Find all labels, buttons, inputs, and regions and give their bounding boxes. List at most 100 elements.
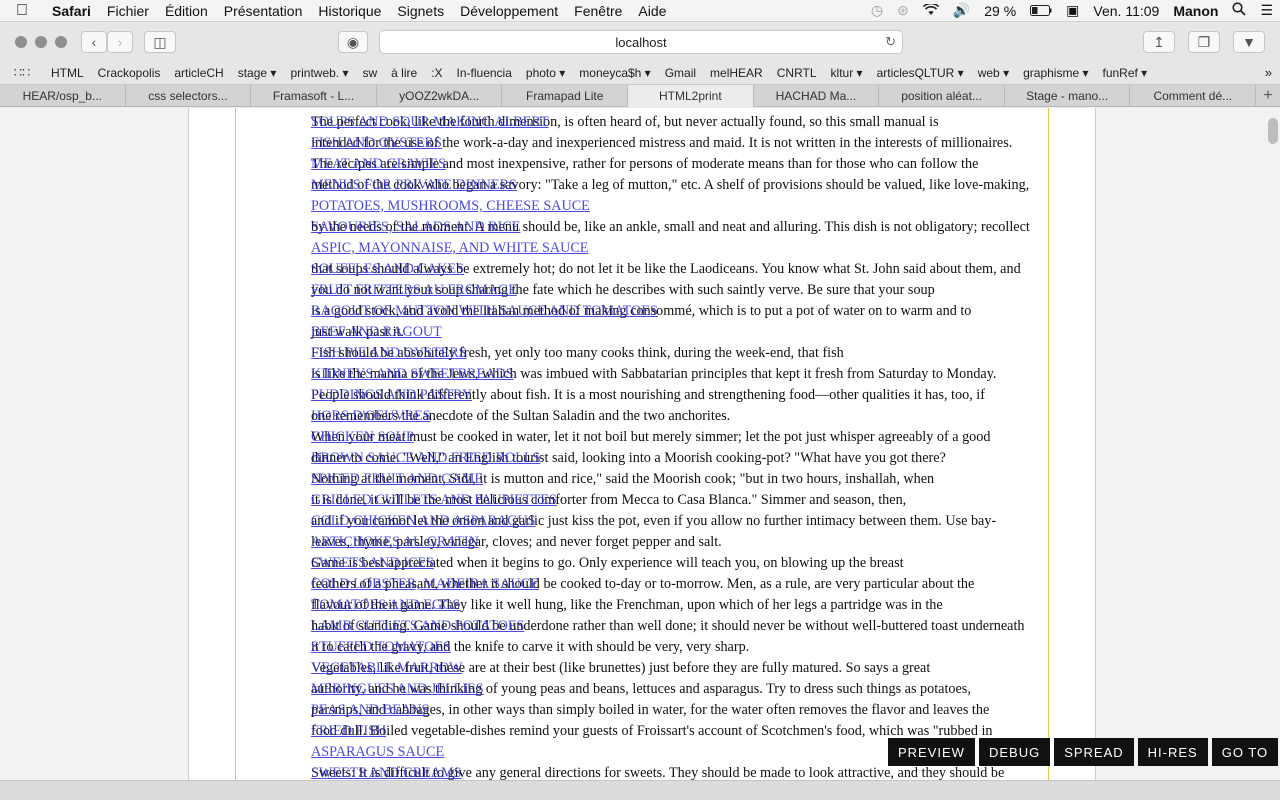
toc-link[interactable]: SOUFFLES AND CAKES [311,259,1031,280]
table-of-contents-links: SOUPS AND SOUP-MAKING ALBERT FISH AND OYS… [311,112,1031,780]
toc-link[interactable]: HORS D'OEUVRES [311,406,1031,427]
menu-developpement[interactable]: Développement [452,3,566,19]
bookmark-folder[interactable]: photo ▾ [519,66,572,80]
menu-signets[interactable]: Signets [389,3,452,19]
menu-fenetre[interactable]: Fenêtre [566,3,630,19]
toc-link[interactable]: CHICKEN SOUP [311,427,1031,448]
menubar-user[interactable]: Manon [1166,3,1225,19]
menu-presentation[interactable]: Présentation [216,3,311,19]
tab[interactable]: css selectors... [126,85,252,107]
toc-link[interactable]: FISH AND OYSTERS [311,133,1031,154]
bookmark-item[interactable]: CNRTL [770,66,824,80]
toc-link[interactable]: GRILLED CUTLETS AND PAUPIETTES [311,490,1031,511]
close-window-button[interactable] [15,36,27,48]
bookmark-folder[interactable]: kltur ▾ [824,66,870,80]
toc-link[interactable]: FISH PIE AND OYSTERS [311,343,1031,364]
toc-link[interactable]: ASPIC, MAYONNAISE, AND WHITE SAUCE [311,238,1031,259]
toc-link[interactable]: MERINGUES AND JELLIES [311,679,1031,700]
bookmark-item[interactable]: In-fluencia [450,66,519,80]
toc-link[interactable]: TOMATOES AND EGGS [311,595,1031,616]
top-sites-grid-icon[interactable]: ∷∷ [0,65,44,81]
preview-button[interactable]: PREVIEW [888,738,975,766]
tab-overview-button[interactable]: ❐ [1188,31,1220,53]
address-bar[interactable]: localhost ↻ [379,30,903,54]
menu-safari[interactable]: Safari [44,3,99,19]
forward-button[interactable]: › [107,31,133,53]
privacy-shield-button[interactable]: ◉ [338,31,368,53]
bookmark-item[interactable]: Crackopolis [91,66,168,80]
tab-active[interactable]: HTML2print [628,85,754,107]
new-tab-button[interactable]: + [1256,85,1280,106]
bookmark-item[interactable]: articleCH [167,66,230,80]
toc-link[interactable]: SWEETS AND ICES [311,553,1031,574]
toc-link[interactable]: RAGOUT OF MUTTON WITH SAUCE AND TOMATOES [311,301,1031,322]
notification-center-icon[interactable]: ☰ [1253,2,1280,19]
toc-link[interactable]: STUFFED TOMATOES [311,637,1031,658]
menu-fichier[interactable]: Fichier [99,3,157,19]
toc-link[interactable]: MENUS FOR PRIVATE DINNERS [311,175,1031,196]
tab[interactable]: HEAR/osp_b... [0,85,126,107]
bookmark-folder[interactable]: printweb. ▾ [283,66,355,80]
spotlight-search-icon[interactable] [1225,2,1253,19]
menu-edition[interactable]: Édition [157,3,216,19]
zoom-window-button[interactable] [55,36,67,48]
toc-link[interactable]: SOUPS AND SOUP-MAKING ALBERT [311,112,1031,133]
volume-icon[interactable]: 🔊 [946,2,977,19]
toc-link[interactable]: MEAT AND GRAVIES [311,154,1031,175]
menubar-clock[interactable]: Ven. 11:09 [1086,3,1166,19]
bookmark-folder[interactable]: stage ▾ [231,66,284,80]
reload-icon[interactable]: ↻ [885,34,896,50]
tab[interactable]: Framasoft - L... [251,85,377,107]
bookmark-item[interactable]: à lire [384,66,424,80]
bookmark-item[interactable]: :X [424,66,449,80]
tab[interactable]: Framapad Lite [502,85,629,107]
bookmark-folder[interactable]: funRef ▾ [1095,66,1154,80]
toc-link[interactable]: SPICED FRUIT AND GAME [311,469,1031,490]
share-button[interactable]: ↥ [1143,31,1175,53]
toc-link[interactable]: BROWN SAUCE AND FRIED ROLLS [311,448,1031,469]
downloads-button[interactable]: ▼ [1233,31,1265,53]
toc-link[interactable]: LAMB CUTLETS AND POTATOES [311,616,1031,637]
bookmark-item[interactable]: HTML [44,66,91,80]
toc-link[interactable]: PUDDINGS AND PASTRY [311,385,1031,406]
toc-link[interactable]: PEAS AND BEANS [311,700,1031,721]
toc-link[interactable]: COLD CHICKEN AND ASPARAGUS [311,511,1031,532]
toc-link[interactable]: VEGETABLE MARROW [311,658,1031,679]
bookmark-folder[interactable]: web ▾ [971,66,1016,80]
bookmarks-overflow-icon[interactable]: » [1265,65,1280,80]
spread-button[interactable]: SPREAD [1054,738,1134,766]
debug-button[interactable]: DEBUG [978,738,1051,766]
bluetooth-icon[interactable]: ⊛ [890,2,916,19]
vertical-scrollbar[interactable] [1268,118,1278,144]
bookmark-folder[interactable]: articlesQLTUR ▾ [870,66,971,80]
menu-aide[interactable]: Aide [630,3,674,19]
tab[interactable]: Comment dé... [1130,85,1257,107]
battery-icon[interactable] [1023,3,1059,19]
input-source-icon[interactable]: ▣ [1059,2,1086,19]
tab[interactable]: Stage - mano... [1005,85,1131,107]
tab[interactable]: yOOZ2wkDA... [377,85,503,107]
bookmark-folder[interactable]: graphisme ▾ [1016,66,1095,80]
tab[interactable]: HACHAD Ma... [754,85,880,107]
toc-link[interactable]: ARTICHOKES AU GRATIN [311,532,1031,553]
bookmark-item[interactable]: melHEAR [703,66,770,80]
back-button[interactable]: ‹ [81,31,107,53]
toc-link[interactable]: SAVOURIES, SALADS AND RICE [311,217,1031,238]
toc-link[interactable]: KIDNEYS AND SWEETBREADS [311,364,1031,385]
toc-link[interactable]: POTATOES, MUSHROOMS, CHEESE SAUCE [311,196,1031,217]
tab[interactable]: position aléat... [879,85,1005,107]
toc-link[interactable]: BEEF AND RAGOUT [311,322,1031,343]
bookmark-item[interactable]: sw [356,66,385,80]
toc-link[interactable]: FRUIT FRITTERS AU FROMAGE [311,280,1031,301]
time-machine-icon[interactable]: ◷ [864,2,890,19]
apple-menu-icon[interactable]:  [0,2,44,20]
toc-link[interactable]: COLD LOBSTER, MADEIRA SAUCE [311,574,1031,595]
bookmark-item[interactable]: Gmail [658,66,703,80]
bookmark-folder[interactable]: moneyca$h ▾ [572,66,657,80]
hi-res-button[interactable]: HI-RES [1137,738,1208,766]
sidebar-toggle-button[interactable]: ◫ [144,31,176,53]
menu-historique[interactable]: Historique [310,3,389,19]
go-to-button[interactable]: GO TO [1211,738,1279,766]
wifi-icon[interactable] [916,2,946,19]
minimize-window-button[interactable] [35,36,47,48]
